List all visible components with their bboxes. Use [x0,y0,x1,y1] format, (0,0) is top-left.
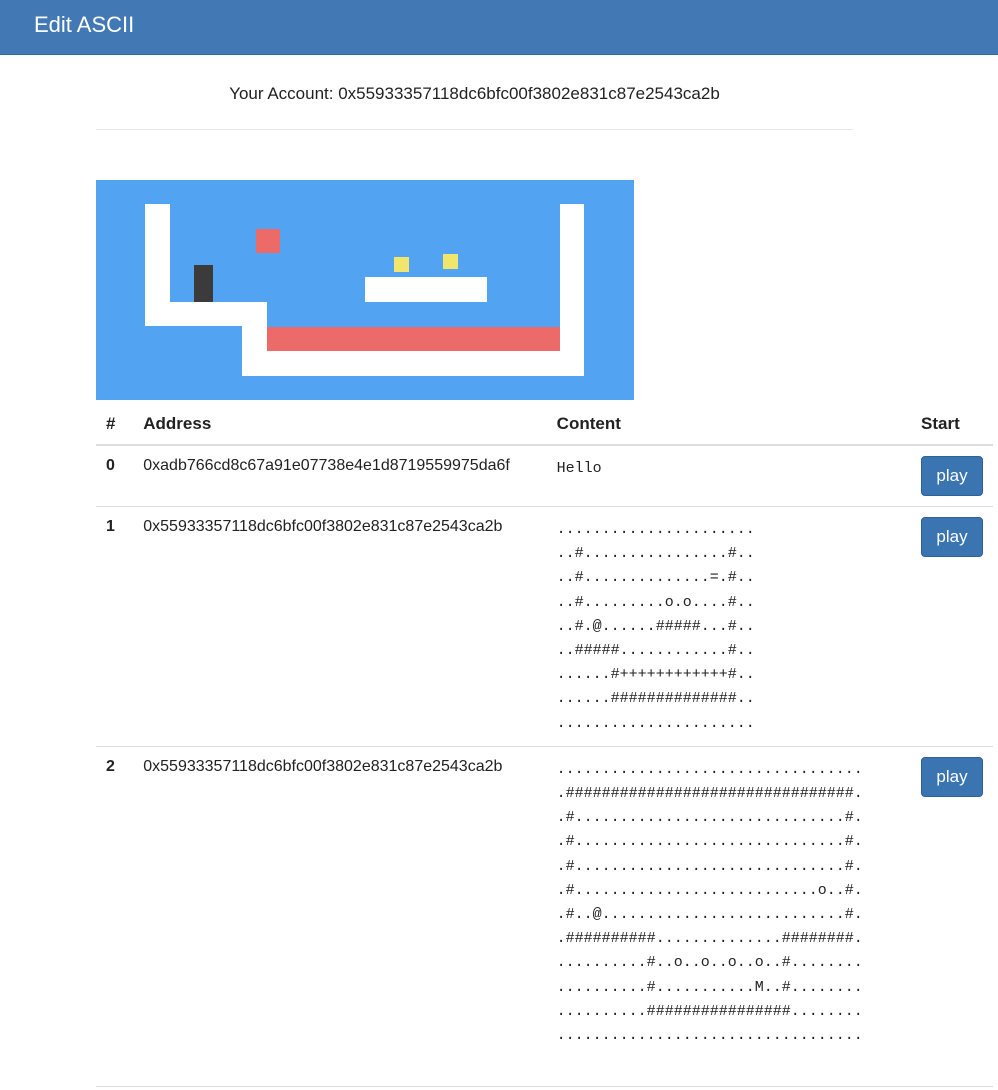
row-number: 2 [96,745,134,1059]
table-row: 0 0xadb766cd8c67a91e07738e4e1d8719559975… [96,445,993,507]
play-button[interactable]: play [921,517,983,557]
table-header: # Address Content Start [96,404,993,446]
wall [560,204,584,376]
row-start: play [911,506,993,747]
row-number: 0 [106,457,115,474]
row-number: 1 [96,506,134,747]
wall [242,351,584,376]
row-content: Hello [547,445,911,507]
lava [267,327,560,351]
row-address: 0xadb766cd8c67a91e07738e4e1d8719559975da… [143,457,510,474]
levels-table: # Address Content Start 0 0xadb766cd8c67… [96,404,993,1059]
header-address: Address [133,404,547,446]
row-address: 0x55933357118dc6bfc00f3802e831c87e2543ca… [133,745,547,1059]
divider [96,1086,993,1087]
game-preview-canvas[interactable] [96,180,634,400]
level-ascii: ...................... ..#..............… [556,521,755,732]
header-content: Content [546,404,911,446]
table-row: 1 0x55933357118dc6bfc00f3802e831c87e2543… [96,506,993,747]
navbar: Edit ASCII [0,0,998,55]
header-number: # [96,404,134,446]
row-address: 0x55933357118dc6bfc00f3802e831c87e2543ca… [133,506,547,747]
account-address: Your Account: 0x55933357118dc6bfc00f3802… [229,84,720,103]
level-ascii: .................................. .####… [556,760,863,1045]
coin [443,254,458,269]
divider [96,129,853,130]
row-start: play [911,445,993,507]
coin [394,257,409,272]
app-title[interactable]: Edit ASCII [34,12,134,38]
play-button[interactable]: play [921,756,983,797]
play-button[interactable]: play [921,456,983,496]
level-ascii: Hello [556,460,602,477]
row-content: .................................. .####… [546,745,911,1059]
row-content: ...................... ..#..............… [546,506,911,747]
row-start: play [911,745,993,1059]
table-row: 2 0x55933357118dc6bfc00f3802e831c87e2543… [96,745,993,1059]
platform [365,277,487,302]
header-start: Start [911,404,993,446]
player [194,265,213,302]
lava-block [256,229,280,253]
